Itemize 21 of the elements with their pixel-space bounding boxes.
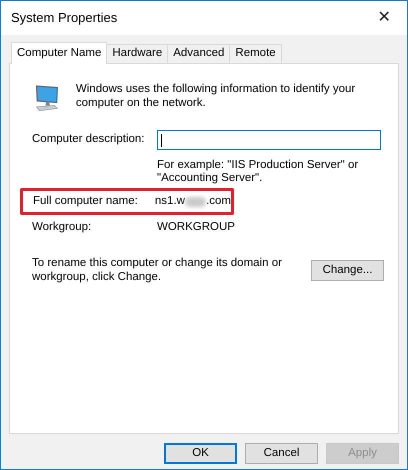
intro-text: Windows uses the following information to identify your computer on the network. xyxy=(76,82,356,110)
window-title: System Properties xyxy=(11,9,118,28)
tab[interactable]: Hardware xyxy=(107,44,168,63)
tab[interactable]: Computer Name xyxy=(11,42,108,64)
text-cursor xyxy=(161,134,162,146)
dialog-button[interactable]: OK xyxy=(164,443,237,464)
change-button[interactable]: Change... xyxy=(311,260,384,281)
workgroup-value: WORKGROUP xyxy=(157,220,235,235)
tab[interactable]: Remote xyxy=(230,44,282,63)
rename-text: To rename this computer or change its domain or workgroup, click Change. xyxy=(32,256,282,284)
description-field[interactable] xyxy=(157,130,381,150)
description-hint: For example: "IIS Production Server" or "Accounting Server". xyxy=(157,159,360,185)
redaction-blur xyxy=(184,196,206,206)
full-name-end: .com xyxy=(206,194,231,209)
full-name-start: ns1.w xyxy=(154,194,185,209)
dialog-button[interactable]: Cancel xyxy=(245,443,318,464)
description-label: Computer description: xyxy=(31,132,146,148)
workgroup-label: Workgroup: xyxy=(31,220,92,235)
full-name-label: Full computer name: xyxy=(33,194,139,209)
tab[interactable]: Advanced xyxy=(168,44,230,63)
close-button[interactable]: ✕ xyxy=(361,1,407,35)
